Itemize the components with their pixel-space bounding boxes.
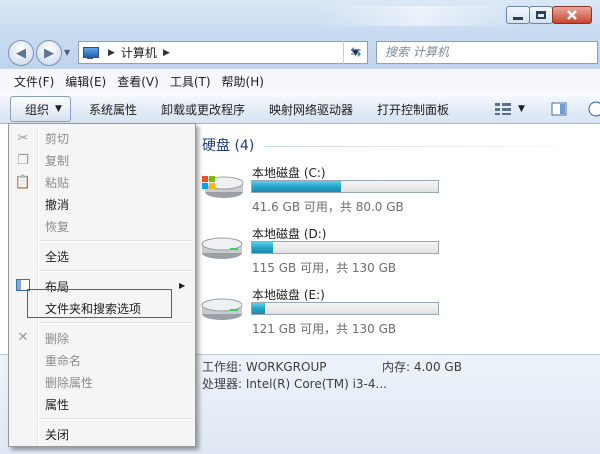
forward-arrow-icon: ▶ [44, 45, 54, 61]
divider [265, 146, 595, 147]
help-button[interactable] [586, 100, 600, 118]
title-glow [320, 6, 520, 26]
preview-pane-button[interactable] [551, 100, 567, 118]
maximize-button[interactable] [529, 6, 553, 24]
back-button[interactable]: ◀ [8, 40, 34, 66]
drive-stats: 121 GB 可用，共 130 GB [252, 322, 397, 336]
drive-usage-fill [252, 181, 342, 192]
menu-item-delete[interactable]: 删除 [45, 330, 69, 347]
help-icon [588, 101, 600, 117]
paste-icon: 📋 [14, 174, 32, 190]
hard-drive-icon [201, 237, 243, 259]
drive-usage-bar [251, 302, 439, 315]
preview-pane-icon [551, 102, 567, 116]
drive-item[interactable]: 本地磁盘 (E:) 121 GB 可用，共 130 GB [198, 284, 598, 340]
back-arrow-icon: ◀ [16, 45, 26, 61]
drive-usage-fill [252, 242, 274, 253]
breadcrumb-computer[interactable]: 计算机 [121, 44, 157, 61]
minimize-icon [513, 17, 523, 20]
menu-separator [39, 322, 191, 323]
recent-pages-dropdown-icon[interactable]: ▼ [64, 48, 70, 57]
menu-item-redo[interactable]: 恢复 [45, 218, 69, 235]
drive-item[interactable]: 本地磁盘 (D:) 115 GB 可用，共 130 GB [198, 223, 598, 279]
search-input[interactable]: 搜索 计算机 [376, 41, 598, 64]
map-network-drive-button[interactable]: 映射网络驱动器 [257, 101, 365, 118]
menu-help[interactable]: 帮助(H) [222, 73, 264, 90]
menu-file[interactable]: 文件(F) [14, 73, 54, 90]
menu-edit[interactable]: 编辑(E) [65, 73, 106, 90]
breadcrumb-separator-icon[interactable]: ▶ [163, 48, 170, 58]
refresh-icon: ⇆ [350, 45, 362, 60]
chevron-down-icon: ▼ [55, 104, 62, 114]
organize-button[interactable]: 组织 ▼ [10, 96, 71, 122]
menu-gutter [37, 126, 38, 444]
uninstall-program-button[interactable]: 卸载或更改程序 [149, 101, 257, 118]
drive-stats: 115 GB 可用，共 130 GB [252, 261, 397, 275]
processor-info: 处理器: Intel(R) Core(TM) i3-4... [202, 377, 387, 391]
menu-item-cut[interactable]: 剪切 [45, 130, 69, 147]
drive-item[interactable]: 本地磁盘 (C:) 41.6 GB 可用，共 80.0 GB [198, 162, 598, 218]
computer-icon [82, 46, 99, 59]
windows-drive-icon [202, 176, 244, 198]
maximize-icon [536, 11, 546, 19]
drive-name: 本地磁盘 (E:) [252, 288, 325, 302]
menu-bar: 文件(F) 编辑(E) 查看(V) 工具(T) 帮助(H) [0, 68, 600, 94]
menu-view[interactable]: 查看(V) [117, 73, 159, 90]
close-window-button[interactable] [552, 6, 592, 24]
menu-item-undo[interactable]: 撤消 [45, 196, 69, 213]
menu-separator [39, 270, 191, 271]
hard-drive-icon [201, 298, 243, 320]
menu-item-close[interactable]: 关闭 [45, 426, 69, 443]
close-icon [567, 10, 577, 20]
menu-item-remove-properties[interactable]: 删除属性 [45, 374, 93, 391]
breadcrumb-separator-icon[interactable]: ▶ [108, 48, 115, 58]
system-properties-button[interactable]: 系统属性 [77, 101, 149, 118]
open-control-panel-button[interactable]: 打开控制面板 [365, 101, 461, 118]
window-controls [506, 6, 592, 24]
memory-info: 内存: 4.00 GB [382, 360, 462, 374]
menu-separator [39, 240, 191, 241]
copy-icon: ❐ [17, 152, 29, 168]
drive-usage-fill [252, 303, 266, 314]
submenu-arrow-icon: ▶ [179, 281, 186, 290]
workgroup-info: 工作组: WORKGROUP [202, 360, 327, 374]
change-view-button[interactable]: ▼ [494, 100, 525, 118]
drive-name: 本地磁盘 (D:) [252, 227, 327, 241]
group-title[interactable]: 硬盘 (4) [202, 135, 254, 155]
view-options-icon [495, 103, 511, 115]
drive-name: 本地磁盘 (C:) [252, 166, 326, 180]
chevron-down-icon: ▼ [518, 104, 525, 114]
organize-label: 组织 [25, 102, 50, 117]
menu-item-properties[interactable]: 属性 [45, 396, 69, 413]
drive-usage-bar [251, 241, 439, 254]
minimize-button[interactable] [506, 6, 530, 24]
drive-stats: 41.6 GB 可用，共 80.0 GB [252, 200, 404, 214]
menu-tools[interactable]: 工具(T) [170, 73, 211, 90]
menu-item-select-all[interactable]: 全选 [45, 248, 69, 265]
drive-usage-bar [251, 180, 439, 193]
menu-item-paste[interactable]: 粘贴 [45, 174, 69, 191]
refresh-button[interactable]: ⇆ [343, 41, 368, 64]
highlight-box [27, 289, 172, 318]
address-bar[interactable]: ▶ 计算机 ▶ ▼ [78, 41, 368, 64]
menu-item-copy[interactable]: 复制 [45, 152, 69, 169]
delete-icon: ✕ [17, 329, 29, 345]
menu-separator [39, 418, 191, 419]
organize-menu: ✂ 剪切 ❐ 复制 📋 粘贴 撤消 恢复 全选 布局 ▶ 文件夹和搜索选项 ✕ … [8, 123, 196, 447]
forward-button[interactable]: ▶ [36, 40, 62, 66]
menu-item-rename[interactable]: 重命名 [45, 352, 81, 369]
cut-icon: ✂ [17, 130, 29, 146]
